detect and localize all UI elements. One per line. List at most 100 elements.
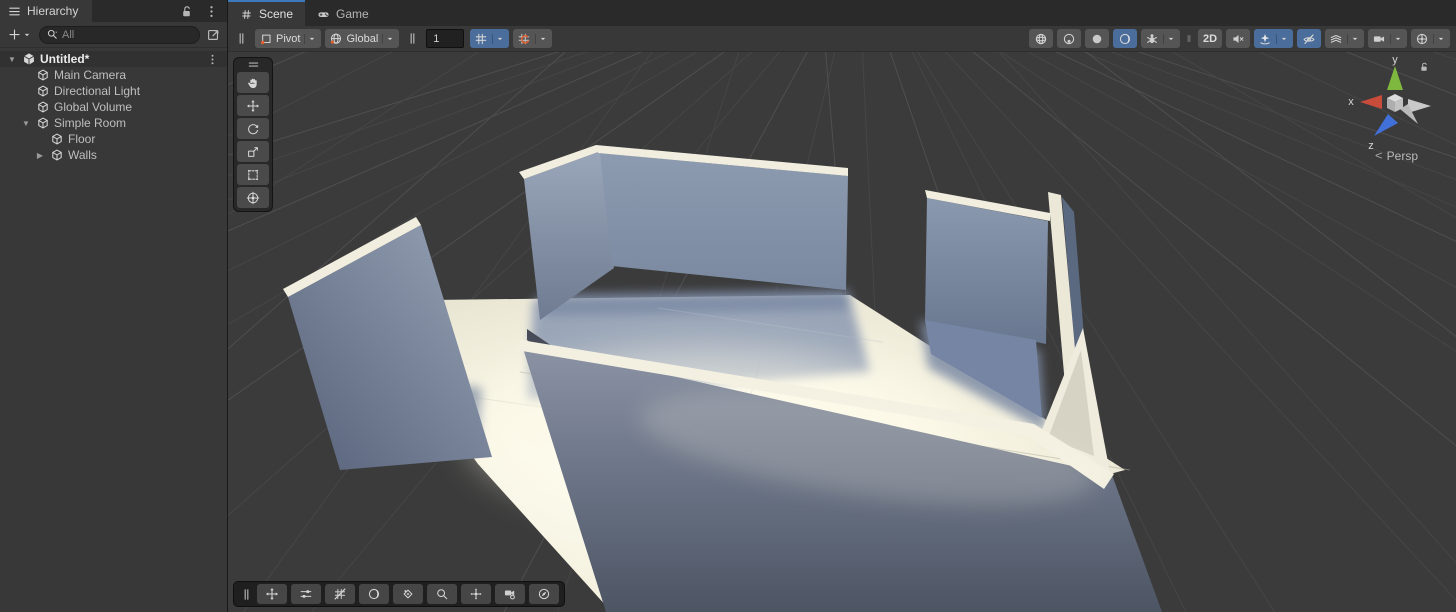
projection-toggle[interactable]: < Persp	[1375, 148, 1418, 163]
overlay-move-button[interactable]	[257, 584, 287, 604]
overlay-render-button[interactable]	[359, 584, 389, 604]
hierarchy-item-directional-light[interactable]: Directional Light	[0, 83, 227, 99]
overlay-center-button[interactable]	[461, 584, 491, 604]
filled-circle-icon	[1090, 32, 1104, 46]
axis-y-cone[interactable]	[1387, 66, 1403, 90]
scene-area: Scene Game Pivot Global 2D	[228, 0, 1456, 612]
layers-button[interactable]	[1325, 29, 1364, 48]
2d-toggle-button[interactable]: 2D	[1198, 29, 1222, 48]
scene-toolbar: Pivot Global 2D	[228, 26, 1456, 52]
orientation-gizmo[interactable]: y x z	[1338, 52, 1450, 160]
globe-icon	[329, 32, 343, 46]
view-lock-icon[interactable]	[1418, 61, 1430, 73]
add-object-button[interactable]	[6, 26, 33, 43]
view-tool-button[interactable]	[237, 72, 269, 93]
pick-object-icon[interactable]	[206, 27, 221, 42]
handle-orientation-button[interactable]: Global	[325, 29, 399, 48]
foldout-arrow[interactable]: ▶	[34, 151, 46, 160]
view-options-overlay	[233, 581, 565, 607]
crescent-icon	[367, 587, 381, 601]
grid-snap-icon	[474, 32, 488, 46]
camera-settings-button[interactable]	[1368, 29, 1407, 48]
tab-scene[interactable]: Scene	[228, 0, 305, 26]
caret-down-icon[interactable]	[1390, 34, 1403, 44]
kebab-menu-icon[interactable]	[204, 4, 219, 19]
tab-hierarchy[interactable]: Hierarchy	[0, 0, 92, 22]
overlay-search-button[interactable]	[427, 584, 457, 604]
search-input[interactable]	[62, 29, 193, 41]
drag-handle-icon[interactable]	[246, 59, 261, 70]
tab-label: Game	[336, 7, 369, 21]
caret-down-icon[interactable]	[382, 34, 395, 44]
rect-tool-button[interactable]	[237, 164, 269, 185]
snap-increment-button[interactable]	[513, 29, 552, 48]
hierarchy-item-walls[interactable]: ▶ Walls	[0, 147, 227, 163]
overlay-tool-settings-button[interactable]	[291, 584, 321, 604]
caret-down-icon[interactable]	[535, 34, 548, 44]
search-icon	[46, 28, 59, 41]
scene-visibility-button[interactable]	[1297, 29, 1321, 48]
hierarchy-item-simple-room[interactable]: ▼Simple Room	[0, 115, 227, 131]
draw-mode-button[interactable]	[1029, 29, 1053, 48]
move-dot-icon	[469, 587, 483, 601]
item-label: Untitled*	[40, 52, 89, 66]
grid-visibility-button[interactable]	[470, 29, 509, 48]
move-tool-button[interactable]	[237, 95, 269, 116]
lighting-mode-button[interactable]	[1057, 29, 1081, 48]
kebab-menu-icon[interactable]	[206, 53, 227, 66]
camera-icon	[1372, 32, 1386, 46]
gizmos-button[interactable]	[1411, 29, 1450, 48]
caret-down-icon[interactable]	[492, 34, 505, 44]
hierarchy-search[interactable]	[39, 26, 200, 44]
effects-toggle-button[interactable]	[1254, 29, 1293, 48]
shadows-toggle-button[interactable]	[1085, 29, 1109, 48]
debug-icon	[1145, 32, 1159, 46]
view-tab-strip: Scene Game	[228, 0, 1456, 26]
rotate-tool-button[interactable]	[237, 118, 269, 139]
pivot-toggle-button[interactable]: Pivot	[255, 29, 321, 48]
transform-icon	[246, 191, 260, 205]
foldout-arrow[interactable]: ▼	[20, 119, 32, 128]
item-label: Walls	[68, 148, 97, 162]
foldout-arrow[interactable]: ▼	[6, 55, 18, 64]
caret-down-icon[interactable]	[1433, 34, 1446, 44]
scene-viewport[interactable]: y x z < Persp	[228, 52, 1456, 612]
unity-icon	[22, 52, 36, 66]
caret-down-icon[interactable]	[1276, 34, 1289, 44]
hierarchy-item-global-volume[interactable]: Global Volume	[0, 99, 227, 115]
sliders-icon	[299, 587, 313, 601]
caret-down-icon[interactable]	[1163, 34, 1176, 44]
magnifier-icon	[435, 587, 449, 601]
tab-game[interactable]: Game	[305, 0, 381, 26]
contrast-toggle-button[interactable]	[1113, 29, 1137, 48]
axis-x-cone[interactable]	[1360, 95, 1382, 109]
overlay-grid-button[interactable]	[325, 584, 355, 604]
button-label: Global	[346, 33, 378, 45]
hierarchy-item-untitled[interactable]: ▼ Untitled*	[0, 51, 227, 67]
tab-strip-spacer	[92, 0, 179, 22]
transform-tool-button[interactable]	[237, 187, 269, 208]
debug-mode-button[interactable]	[1141, 29, 1180, 48]
overlay-orientation-button[interactable]	[529, 584, 559, 604]
item-label: Global Volume	[54, 100, 132, 114]
hand-icon	[246, 76, 260, 90]
item-label: Floor	[68, 132, 95, 146]
axis-z-cone[interactable]	[1374, 114, 1398, 136]
audio-toggle-button[interactable]	[1226, 29, 1250, 48]
overlay-gizmos-button[interactable]	[393, 584, 423, 604]
caret-down-icon[interactable]	[304, 34, 317, 44]
caret-down-icon[interactable]	[1347, 34, 1360, 44]
hierarchy-item-floor[interactable]: Floor	[0, 131, 227, 147]
camera-dot-icon	[503, 587, 517, 601]
drag-handle-icon[interactable]	[239, 587, 254, 602]
grid-size-input[interactable]	[426, 29, 464, 48]
hierarchy-item-main-camera[interactable]: Main Camera	[0, 67, 227, 83]
lock-open-icon[interactable]	[179, 4, 194, 19]
overlay-camera-button[interactable]	[495, 584, 525, 604]
drag-handle-icon[interactable]	[234, 31, 249, 46]
toolbar-separator	[1184, 32, 1194, 45]
drag-handle-icon[interactable]	[405, 31, 420, 46]
item-label: Main Camera	[54, 68, 126, 82]
scene-3d-canvas[interactable]	[228, 52, 1456, 612]
scale-tool-button[interactable]	[237, 141, 269, 162]
